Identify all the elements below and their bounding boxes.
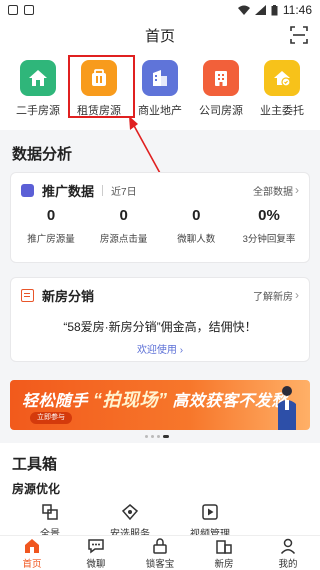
promo-range: 近7日 [111,186,137,198]
bottom-tab-bar: 首页 微聊 锁客宝 新房 我的 [0,535,320,570]
carousel-dot [157,435,160,438]
learn-new-house-label: 了解新房 [253,291,293,303]
tab-new-house[interactable]: 新房 [199,537,249,570]
company-icon [203,60,239,96]
person-illustration [278,386,296,430]
toolbox-title: 工具箱 [12,456,58,473]
new-house-icon [216,539,232,554]
quick-entry-grid: 二手房源 租赁房源 商业地产 公司房源 业主委托 [0,50,320,130]
tab-label: 新房 [214,558,234,570]
panorama-icon [42,504,58,520]
stat-chats[interactable]: 0 微聊人数 [160,207,232,245]
safe-service-icon [121,504,139,521]
carousel-dot [145,435,148,438]
entry-owner-delegation[interactable]: 业主委托 [252,60,312,130]
stat-caption: 房源点击量 [99,234,148,245]
stat-caption: 推广房源量 [27,234,75,245]
entry-company[interactable]: 公司房源 [191,60,251,130]
highlight-box [68,55,135,118]
carousel-dot [151,435,154,438]
tab-chat[interactable]: 微聊 [71,537,121,570]
banner-text: 轻松随手 “拍现场” 高效获客不发愁 [22,386,288,412]
banner-text-a: 轻松随手 [22,393,89,410]
lock-icon [153,537,167,554]
divider [102,184,104,196]
section-title-data: 数据分析 [12,146,73,163]
promo-title: 推广数据 [42,183,95,199]
sim-icon [24,5,34,15]
entry-label: 业主委托 [260,105,304,117]
promo-card-header: 推广数据 近7日 全部数据 › [11,173,309,207]
entry-label: 商业地产 [138,105,182,117]
tab-label: 我的 [278,558,298,570]
banner-text-b: “拍现场” [92,390,168,410]
stat-reply-rate[interactable]: 0% 3分钟回复率 [233,207,305,245]
new-house-header: 新房分销 了解新房 › [11,278,309,312]
notification-icon [8,5,18,15]
flag-icon [21,183,34,197]
promo-banner[interactable]: 轻松随手 “拍现场” 高效获客不发愁 立即参与 [10,380,310,430]
tab-label: 锁客宝 [145,558,175,570]
new-house-title: 新房分销 [42,288,95,304]
chat-icon [88,538,104,553]
promo-data-card: 推广数据 近7日 全部数据 › 0 推广房源量 0 房源点击量 0 微聊人数 0… [10,172,310,263]
signal-icon [254,5,266,15]
wifi-icon [237,5,250,15]
stat-value: 0 [46,207,56,224]
all-data-label: 全部数据 [253,186,293,198]
page-title: 首页 [144,27,175,45]
new-house-card: 新房分销 了解新房 › “58爱房·新房分销”佣金高，结佣快！ 欢迎使用 › [10,277,310,362]
chevron-right-icon: › [295,183,299,197]
entry-commercial[interactable]: 商业地产 [130,60,190,130]
video-icon [202,504,218,520]
tab-label: 微聊 [86,558,106,570]
status-time: 11:46 [282,3,312,17]
entry-second-hand[interactable]: 二手房源 [8,60,68,130]
stat-value: 0% [258,207,280,224]
home-icon [25,538,39,553]
new-house-slogan: “58爱房·新房分销”佣金高，结佣快！ [63,320,257,334]
person-icon [280,538,296,554]
chevron-right-icon: › [295,288,299,302]
chevron-circle-icon: › [179,345,184,356]
promo-stats: 0 推广房源量 0 房源点击量 0 微聊人数 0% 3分钟回复率 [11,207,309,245]
all-data-link[interactable]: 全部数据 › [253,183,299,198]
carousel-indicator [145,435,169,438]
stat-listings[interactable]: 0 推广房源量 [15,207,87,245]
stat-caption: 3分钟回复率 [242,234,296,245]
stat-value: 0 [119,207,128,224]
scan-icon[interactable] [290,26,308,44]
document-icon [21,288,34,302]
battery-icon [271,4,278,15]
tab-label: 首页 [22,558,42,570]
page-header: 首页 [0,20,320,50]
building-icon [142,60,178,96]
owner-icon [264,60,300,96]
toolbox-section: 工具箱 房源优化 全景 安选服务 视频管理 [0,443,320,540]
toolbox-subtitle: 房源优化 [12,482,61,496]
welcome-label: 欢迎使用 [136,345,177,356]
tab-lock-customer[interactable]: 锁客宝 [135,537,185,570]
stat-clicks[interactable]: 0 房源点击量 [88,207,160,245]
tab-home[interactable]: 首页 [7,537,57,570]
status-bar: 11:46 [0,0,320,20]
entry-label: 二手房源 [16,105,60,117]
learn-new-house-link[interactable]: 了解新房 › [253,288,299,303]
tab-profile[interactable]: 我的 [263,537,313,570]
stat-value: 0 [192,207,201,224]
banner-text-c: 高效获客不发愁 [172,393,288,410]
stat-caption: 微聊人数 [177,234,216,245]
entry-label: 公司房源 [199,105,243,117]
house-icon [20,60,56,96]
welcome-link[interactable]: 欢迎使用 › [11,341,309,356]
banner-join-button[interactable]: 立即参与 [30,412,72,424]
carousel-dot-active [163,435,169,438]
